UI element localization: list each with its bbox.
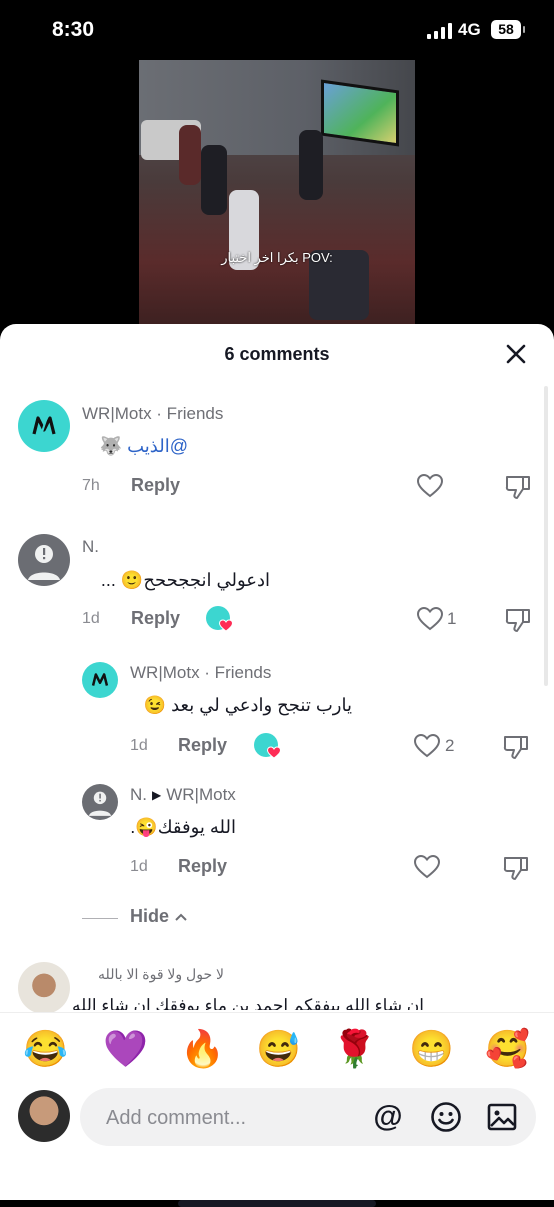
divider (82, 918, 118, 919)
mention-at-icon[interactable]: @ (372, 1101, 404, 1133)
comment-username[interactable]: WR|Motx · Friends (130, 663, 271, 683)
liked-by-creator-badge (254, 733, 281, 759)
signal-icon (427, 23, 452, 39)
emoji-smile-icon[interactable] (430, 1101, 462, 1133)
video-scene-tv (321, 79, 399, 147)
reply-author[interactable]: N. (130, 785, 147, 804)
comment-text: ان شاء الله بيفقكم احمد بن ماء يوفقك ان … (71, 996, 424, 1010)
heart-icon[interactable] (413, 732, 441, 760)
thumbs-down-icon[interactable] (502, 733, 530, 761)
status-time: 8:30 (52, 18, 95, 41)
battery-icon: 58 (491, 20, 525, 39)
comment-body: يارب تنجح وادعي لي بعد (171, 695, 352, 715)
video-preview[interactable]: بكرا اخر اختبار POV: (139, 60, 415, 330)
reply-to-user[interactable]: WR|Motx (166, 785, 236, 804)
video-caption: بكرا اخر اختبار POV: (221, 250, 333, 265)
comment-time: 7h (82, 477, 100, 494)
status-bar: 8:30 4G 58 (0, 0, 554, 58)
comment-emoji: 🐺 (99, 436, 123, 456)
emoji-button[interactable]: 🥰 (485, 1029, 530, 1069)
comment-text: الله يوفقك😜. (130, 817, 236, 838)
comment-item: N. ادعولي انججححح🙂 ... 1d Reply 1 (0, 530, 554, 640)
comment-suffix: ... (100, 570, 116, 590)
reply-button[interactable]: Reply (131, 475, 180, 496)
image-icon[interactable] (486, 1101, 518, 1133)
avatar[interactable] (18, 962, 70, 1014)
brand-logo-icon (32, 413, 56, 439)
like-count: 2 (445, 736, 455, 755)
comment-text: @الذيب 🐺 (100, 436, 188, 457)
emoji-button[interactable]: 😅 (256, 1029, 301, 1069)
comment-emoji: 🙂 (120, 570, 144, 590)
reply-to-arrow-icon: ▶ (152, 788, 162, 802)
avatar[interactable] (82, 662, 118, 698)
emoji-button[interactable]: 😂 (23, 1029, 68, 1069)
comment-emoji: 😉 (143, 695, 167, 715)
comment-item: WR|Motx · Friends @الذيب 🐺 7h Reply (0, 396, 554, 506)
close-icon[interactable] (504, 342, 528, 366)
brand-logo-icon (91, 673, 109, 686)
heart-icon[interactable] (413, 853, 441, 881)
comment-emoji: 😜 (135, 817, 158, 837)
comment-input-container: @ (80, 1088, 536, 1146)
liked-by-creator-badge (206, 606, 233, 632)
comment-body: ادعولي انججححح (143, 570, 270, 590)
chevron-up-icon (175, 913, 187, 921)
video-figure (201, 145, 227, 215)
reply-item: WR|Motx · Friends يارب تنجح وادعي لي بعد… (0, 658, 554, 768)
network-type: 4G (458, 20, 481, 39)
comment-text: يارب تنجح وادعي لي بعد 😉 (144, 695, 352, 716)
heart-icon[interactable] (416, 605, 444, 633)
avatar[interactable] (18, 534, 70, 586)
comment-time: 1d (130, 858, 148, 875)
reply-button[interactable]: Reply (178, 735, 227, 756)
comment-body: الله يوفقك (157, 817, 236, 837)
thumbs-down-icon[interactable] (504, 473, 532, 501)
home-indicator (178, 1200, 376, 1207)
comments-count-title: 6 comments (224, 344, 330, 364)
mention-link[interactable]: @الذيب (127, 436, 188, 456)
comment-input[interactable] (104, 1102, 348, 1134)
heart-filled-icon (267, 746, 281, 759)
hide-replies-label: Hide (130, 906, 188, 927)
reply-button[interactable]: Reply (178, 856, 227, 877)
reply-item: N. ▶ WR|Motx الله يوفقك😜. 1d Reply (0, 780, 554, 890)
like-count: 1 (447, 609, 457, 628)
comments-sheet: 6 comments WR|Motx · Friends @الذيب 🐺 7h… (0, 324, 554, 1207)
thumbs-down-icon[interactable] (504, 606, 532, 634)
heart-icon[interactable] (416, 472, 444, 500)
default-avatar-icon (88, 791, 112, 816)
hide-text: Hide (130, 906, 170, 926)
default-avatar-icon (28, 545, 60, 580)
comment-composer: @ (0, 1084, 554, 1207)
thumbs-down-icon[interactable] (502, 854, 530, 882)
video-figure (179, 125, 201, 185)
comment-username[interactable]: N. ▶ WR|Motx (130, 785, 236, 805)
avatar[interactable] (82, 784, 118, 820)
comment-username[interactable]: WR|Motx · Friends (82, 404, 223, 424)
emoji-button[interactable]: 💜 (103, 1029, 148, 1069)
video-figure (299, 130, 323, 200)
avatar[interactable] (18, 400, 70, 452)
comment-time: 1d (82, 610, 100, 627)
emoji-button[interactable]: 😁 (409, 1029, 454, 1069)
comment-username[interactable]: لا حول ولا قوة الا بالله (98, 966, 224, 983)
comment-username[interactable]: N. (82, 537, 99, 557)
comment-time: 1d (130, 737, 148, 754)
emoji-button[interactable]: 🌹 (332, 1029, 377, 1069)
sheet-header: 6 comments (0, 324, 554, 384)
emoji-button[interactable]: 🔥 (180, 1029, 225, 1069)
heart-filled-icon (219, 619, 233, 632)
comment-text: ادعولي انججححح🙂 ... (101, 570, 270, 591)
emoji-quick-bar: 😂 💜 🔥 😅 🌹 😁 🥰 (0, 1012, 554, 1085)
my-avatar[interactable] (18, 1090, 70, 1142)
reply-button[interactable]: Reply (131, 608, 180, 629)
